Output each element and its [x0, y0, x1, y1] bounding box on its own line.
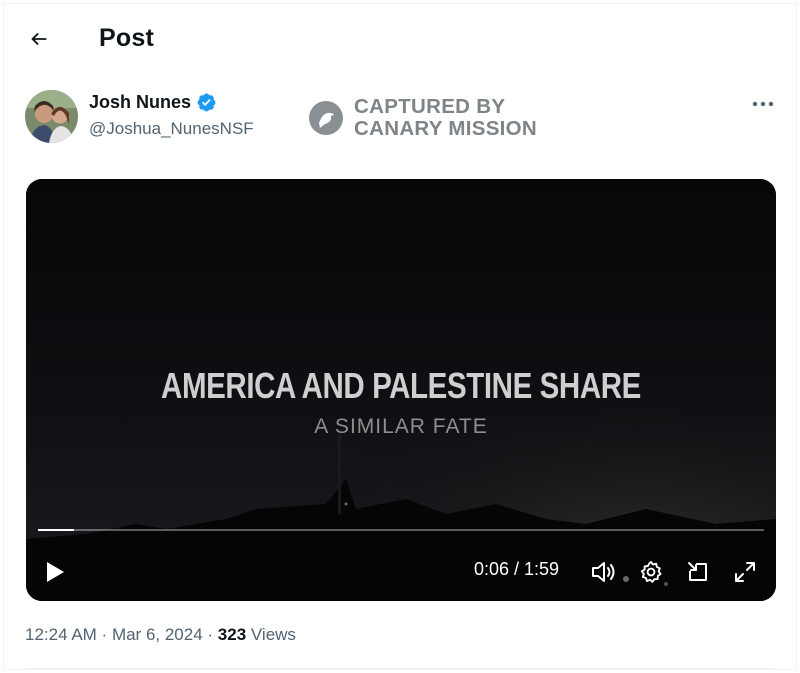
- back-button[interactable]: [22, 22, 56, 56]
- divider: [25, 668, 775, 669]
- video-subtitle-text: A SIMILAR FATE: [314, 415, 488, 438]
- watermark-line-1: CAPTURED BY: [354, 95, 506, 118]
- page-title: Post: [99, 24, 154, 52]
- fullscreen-expand-icon: [735, 562, 755, 582]
- author-avatar[interactable]: [25, 90, 78, 143]
- more-options-button[interactable]: [748, 92, 778, 116]
- meta-separator: ·: [96, 625, 112, 644]
- views-count: 323: [217, 625, 247, 644]
- picture-in-picture-button[interactable]: [683, 557, 713, 587]
- gear-icon: [640, 561, 662, 583]
- watermark-line-2: CANARY MISSION: [354, 117, 538, 140]
- volume-button[interactable]: [588, 557, 618, 587]
- arrow-left-icon: [31, 32, 47, 46]
- video-player[interactable]: AMERICA AND PALESTINE SHARE A SIMILAR FA…: [26, 179, 776, 601]
- author-name-row: Josh Nunes: [89, 92, 217, 113]
- video-title-text: AMERICA AND PALESTINE SHARE: [161, 365, 641, 406]
- fullscreen-button[interactable]: [730, 557, 760, 587]
- video-progress-fill: [38, 529, 75, 531]
- video-progress-bar[interactable]: [38, 529, 764, 531]
- settings-button[interactable]: [636, 557, 666, 587]
- post-metadata: 12:24 AM · Mar 6, 2024 · 323 Views: [25, 625, 296, 645]
- author-handle[interactable]: @Joshua_NunesNSF: [89, 119, 254, 139]
- more-dots-icon: [752, 101, 774, 107]
- volume-icon: [592, 562, 615, 582]
- play-icon: [47, 562, 64, 582]
- post-date[interactable]: Mar 6, 2024: [112, 625, 203, 645]
- canary-bird-icon: [309, 101, 343, 135]
- page-header: Post: [0, 0, 800, 78]
- avatar-photo: [25, 90, 78, 143]
- canary-mission-watermark: CAPTURED BY CANARY MISSION: [308, 96, 537, 140]
- views-label: Views: [246, 625, 296, 645]
- post-time[interactable]: 12:24 AM: [25, 625, 97, 645]
- author-name[interactable]: Josh Nunes: [89, 92, 191, 113]
- video-time-display: 0:06 / 1:59: [474, 559, 560, 579]
- play-button[interactable]: [42, 559, 68, 585]
- views-label-text: Views: [250, 625, 296, 644]
- verified-badge-icon: [197, 93, 216, 112]
- meta-separator: ·: [202, 625, 218, 644]
- picture-in-picture-icon: [688, 562, 707, 581]
